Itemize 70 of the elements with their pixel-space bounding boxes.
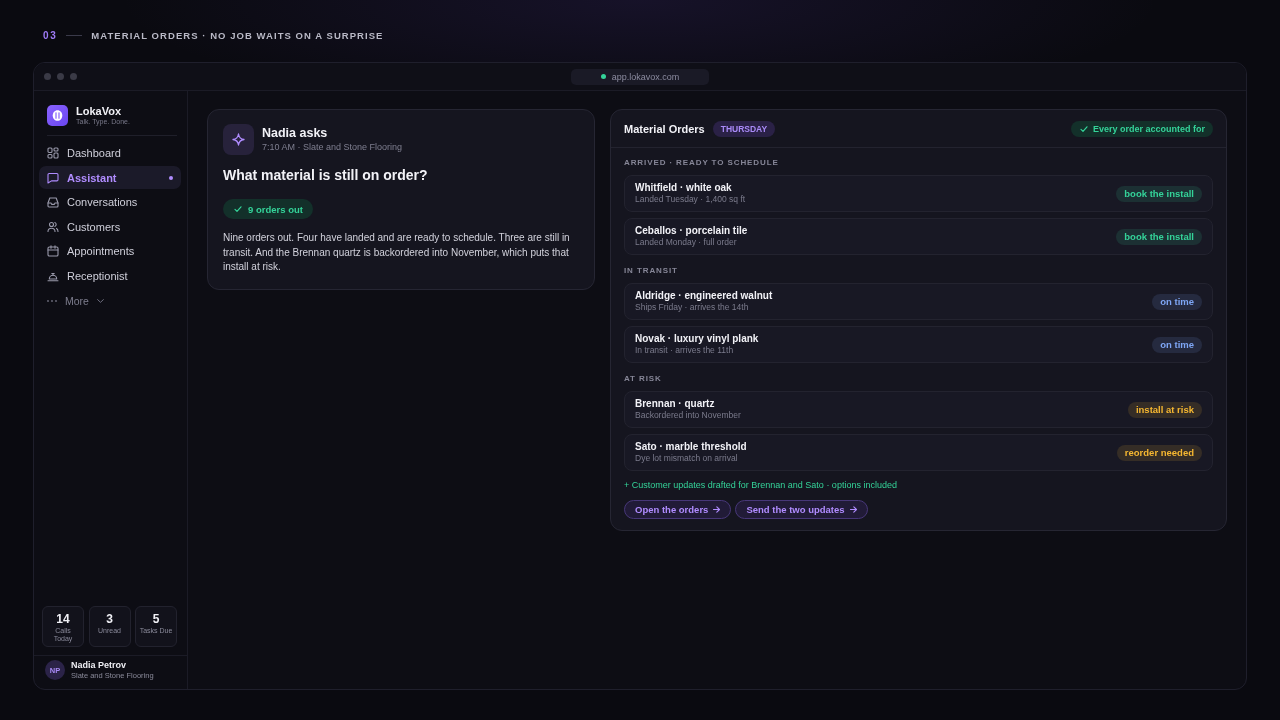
question-text: What material is still on order?: [223, 167, 429, 184]
order-row[interactable]: Brennan · quartz Backordered into November install at risk: [624, 391, 1213, 428]
order-status-badge: reorder needed: [1116, 444, 1202, 461]
dots-icon: [47, 299, 57, 302]
order-status-badge: on time: [1152, 336, 1202, 353]
order-status-badge: book the install: [1116, 185, 1202, 202]
arrow-right-icon: [849, 506, 857, 513]
order-detail: Landed Monday · full order: [635, 237, 738, 248]
nav-item[interactable]: Customers: [39, 215, 181, 239]
order-detail: Dye lot mismatch on arrival: [635, 453, 739, 464]
nav-item[interactable]: Assistant: [39, 166, 181, 190]
grid-icon: [47, 147, 59, 159]
people-icon: [47, 220, 59, 233]
order-row[interactable]: Sato · marble threshold Dye lot mismatch on arrival reorder needed: [624, 434, 1213, 471]
order-title: Whitfield · white oak: [635, 182, 733, 194]
status-dot-icon: [600, 74, 606, 79]
order-row[interactable]: Aldridge · engineered walnut Ships Friday · arrives the 14th on time: [624, 283, 1213, 320]
chat-bubble-icon: [47, 171, 59, 184]
section-title: MATERIAL ORDERS · NO JOB WAITS ON A SURPRISE: [91, 29, 384, 41]
message-meta: 7:10 AM · Slate and Stone Flooring: [262, 142, 403, 153]
nav-item[interactable]: Dashboard: [39, 141, 181, 165]
stat-value: 5: [152, 612, 160, 626]
order-status-badge: on time: [1152, 293, 1202, 310]
order-row[interactable]: Whitfield · white oak Landed Tuesday · 1,400 sq ft book the install: [624, 175, 1213, 212]
order-status-badge: install at risk: [1127, 401, 1202, 418]
day-badge: THURSDAY: [712, 120, 776, 137]
chevron-down-icon: [96, 298, 104, 303]
order-row[interactable]: Novak · luxury vinyl plank In transit · arrives the 11th on time: [624, 326, 1213, 363]
nav-item[interactable]: Receptionist: [39, 264, 181, 288]
summary-label: 9 orders out: [248, 203, 303, 215]
order-detail: Backordered into November: [635, 410, 741, 421]
arrow-right-icon: [713, 506, 721, 513]
check-icon: [1079, 124, 1088, 133]
window-dot-icon: [57, 73, 64, 80]
order-title: Brennan · quartz: [635, 398, 716, 410]
window-dot-icon: [70, 73, 77, 80]
nav-item[interactable]: Appointments: [39, 239, 181, 263]
url-text: app.lokavox.com: [611, 71, 680, 82]
sparkle-icon: [223, 124, 254, 155]
action-button[interactable]: Open the orders: [624, 500, 732, 519]
order-detail: Ships Friday · arrives the 14th: [635, 302, 750, 313]
inbox-icon: [47, 196, 59, 209]
order-detail: Landed Tuesday · 1,400 sq ft: [635, 194, 746, 205]
stat-value: 14: [56, 612, 70, 626]
panel-title: Material Orders: [624, 122, 705, 135]
section-label: IN TRANSIT: [624, 266, 679, 276]
user-name: Nadia Petrov: [71, 660, 128, 671]
stat-value: 3: [106, 612, 113, 626]
order-detail: In transit · arrives the 11th: [635, 345, 735, 356]
nav-item[interactable]: Conversations: [39, 190, 181, 214]
section-number: 03: [43, 29, 58, 41]
brand-name: LokaVox: [76, 104, 123, 117]
window-dot-icon: [44, 73, 51, 80]
order-title: Aldridge · engineered walnut: [635, 290, 773, 302]
answer-text: Nine orders out. Four have landed and are ready to schedule. Three are still in transit. And the Brennan quartz is backordered into November, which puts that install at risk.: [223, 231, 571, 275]
section-label: ARRIVED · READY TO SCHEDULE: [624, 158, 780, 168]
status-text: Every order accounted for: [1092, 123, 1205, 134]
order-status-badge: book the install: [1116, 228, 1202, 245]
calendar-icon: [47, 245, 59, 258]
section-label: AT RISK: [624, 374, 663, 384]
order-title: Sato · marble threshold: [635, 441, 747, 453]
logo-icon: [47, 104, 68, 126]
order-title: Novak · luxury vinyl plank: [635, 333, 759, 345]
action-button[interactable]: Send the two updates: [735, 500, 868, 519]
more-button[interactable]: More: [39, 289, 112, 313]
order-title: Ceballos · porcelain tile: [635, 225, 748, 237]
check-icon: [234, 205, 242, 213]
order-row[interactable]: Ceballos · porcelain tile Landed Monday · full order book the install: [624, 218, 1213, 255]
drafts-note: + Customer updates drafted for Brennan and Sato · options included: [624, 480, 898, 491]
asker-name: Nadia asks: [262, 126, 329, 141]
